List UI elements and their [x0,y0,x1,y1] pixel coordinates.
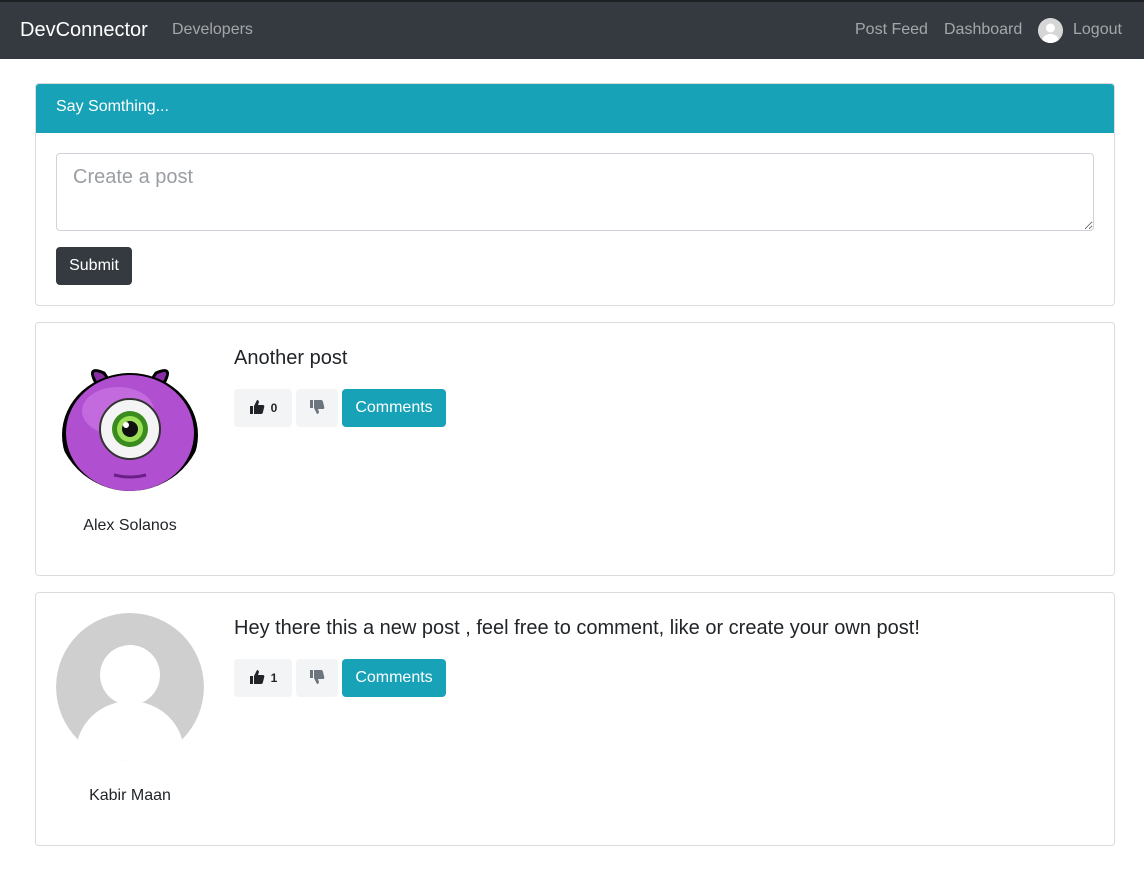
post-item: Kabir Maan Hey there this a new post , f… [35,592,1115,846]
nav-developers[interactable]: Developers [172,21,253,39]
default-user-icon[interactable] [56,613,204,761]
thumbs-down-icon [309,399,325,418]
thumbs-up-icon [249,399,265,418]
submit-button[interactable]: Submit [56,247,132,285]
thumbs-up-icon [249,669,265,688]
brand-logo[interactable]: DevConnector [20,19,148,42]
post-text: Another post [234,347,348,369]
purple-monster-icon[interactable] [56,343,204,491]
user-avatar-icon [1038,18,1063,43]
thumbs-down-icon [309,669,325,688]
comments-button[interactable]: Comments [342,389,446,427]
like-button[interactable]: 1 [234,659,292,697]
like-count: 0 [270,401,278,415]
author-name: Kabir Maan [89,787,171,804]
post-text: Hey there this a new post , feel free to… [234,617,920,639]
post-form-header: Say Somthing... [36,84,1114,133]
post-item: Alex Solanos Another post 0 Comments [35,322,1115,576]
nav-dashboard[interactable]: Dashboard [944,21,1022,39]
navbar: DevConnector Developers Post Feed Dashbo… [0,0,1144,59]
logout-label: Logout [1073,21,1122,38]
comments-button[interactable]: Comments [342,659,446,697]
create-post-textarea[interactable] [56,153,1094,231]
like-count: 1 [270,671,278,685]
like-button[interactable]: 0 [234,389,292,427]
dislike-button[interactable] [296,659,338,697]
dislike-button[interactable] [296,389,338,427]
post-form-card: Say Somthing... Submit [35,83,1115,306]
author-name: Alex Solanos [83,517,177,534]
nav-post-feed[interactable]: Post Feed [855,21,928,39]
